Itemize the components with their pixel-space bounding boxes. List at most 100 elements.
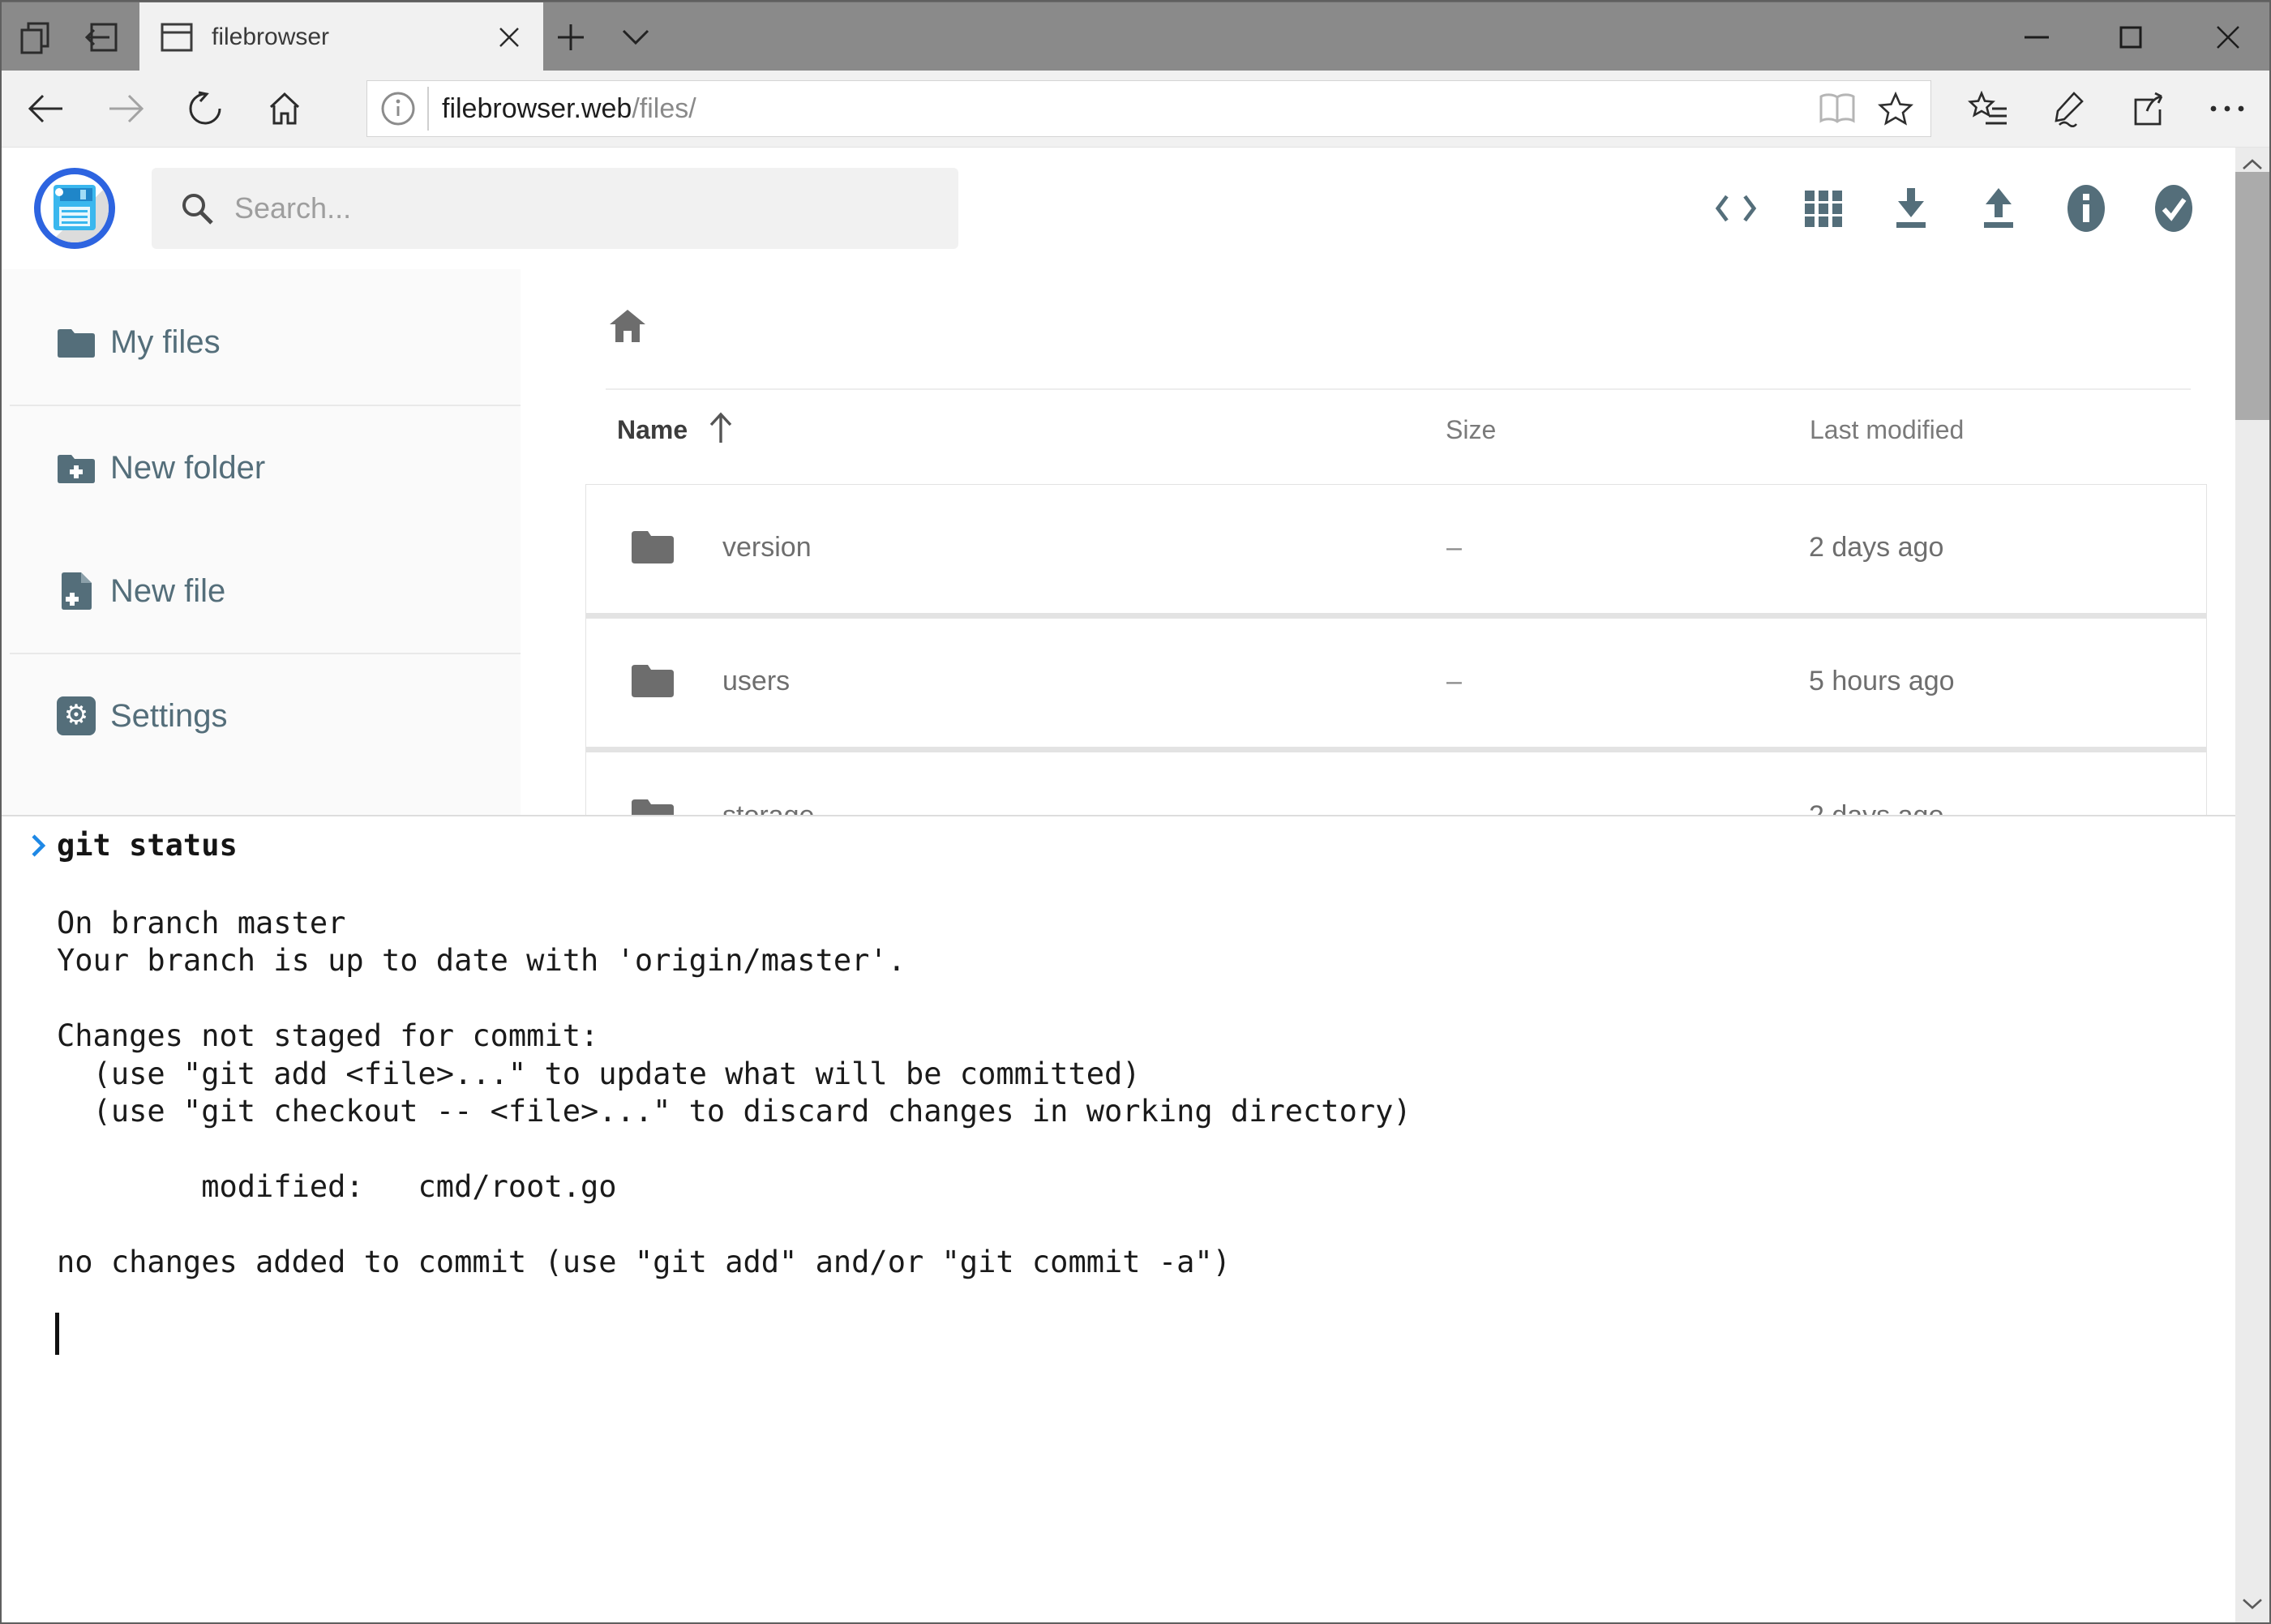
header-actions: [1715, 168, 2195, 249]
refresh-button[interactable]: [177, 76, 234, 141]
file-name: version: [722, 532, 812, 563]
home-icon: [608, 308, 647, 344]
file-name: users: [722, 666, 790, 697]
url-path: /files/: [632, 93, 696, 124]
address-divider: [427, 87, 429, 131]
floppy-disk-icon: [54, 185, 96, 230]
close-window-button[interactable]: [2200, 2, 2256, 71]
column-header-modified[interactable]: Last modified: [1810, 415, 1964, 445]
url-host: filebrowser.web: [442, 93, 632, 124]
file-row-users[interactable]: users – 5 hours ago: [586, 619, 2206, 747]
back-button[interactable]: [18, 76, 75, 141]
annotate-button[interactable]: [2040, 76, 2097, 141]
search-box[interactable]: [152, 168, 958, 249]
page-viewport: My files New folder New file: [2, 148, 2269, 1622]
address-bar[interactable]: filebrowser.web/files/: [366, 80, 1931, 137]
minimize-button[interactable]: [2008, 2, 2065, 71]
upload-icon: [1979, 186, 2018, 230]
home-outline-icon: [266, 91, 303, 126]
file-size: –: [1446, 666, 1462, 697]
hub-button[interactable]: [1960, 76, 2017, 141]
maximize-button[interactable]: [2102, 2, 2159, 71]
file-row-version[interactable]: version – 2 days ago: [586, 485, 2206, 613]
search-input[interactable]: [234, 191, 958, 225]
star-icon: [1878, 92, 1913, 126]
raw-editor-button[interactable]: [1715, 180, 1757, 237]
select-multiple-button[interactable]: [2153, 180, 2195, 237]
close-icon: [2216, 25, 2240, 49]
maximize-icon: [2119, 26, 2142, 49]
back-arrow-icon: [27, 92, 66, 125]
forward-button[interactable]: [97, 76, 154, 141]
info-button[interactable]: [2065, 180, 2107, 237]
file-modified: 5 hours ago: [1809, 666, 1955, 697]
favorites-list-icon: [1968, 91, 2010, 126]
filebrowser-page: My files New folder New file: [2, 148, 2235, 1622]
sidebar-divider: [10, 653, 521, 654]
book-icon: [1817, 92, 1858, 125]
folder-icon: [631, 527, 675, 564]
more-button[interactable]: [2199, 76, 2256, 141]
sidebar-item-label: My files: [110, 324, 221, 361]
upload-button[interactable]: [1977, 180, 2020, 237]
browser-toolbar: filebrowser.web/files/: [2, 71, 2269, 148]
tab-list-button[interactable]: [611, 2, 660, 71]
breadcrumb-divider: [606, 388, 2191, 390]
download-button[interactable]: [1890, 180, 1932, 237]
plus-icon: [556, 23, 585, 52]
chevron-down-icon: [622, 29, 649, 45]
browser-tab[interactable]: filebrowser: [139, 2, 543, 71]
tab-close-button[interactable]: [485, 13, 533, 62]
home-button[interactable]: [256, 76, 313, 141]
scrollbar-down-button[interactable]: [2235, 1590, 2269, 1618]
download-icon: [1892, 186, 1930, 230]
file-modified: 2 days ago: [1809, 532, 1943, 563]
chevron-down-icon: [2242, 1598, 2263, 1609]
browser-window: filebrowser: [0, 0, 2271, 1624]
sidebar: My files New folder New file: [2, 269, 521, 815]
check-circle-icon: [2153, 184, 2194, 233]
terminal-cursor: [55, 1313, 59, 1355]
terminal-output: On branch master Your branch is up to da…: [57, 867, 2219, 1282]
tab-favicon-icon: [160, 22, 194, 53]
breadcrumb-home-button[interactable]: [602, 302, 653, 350]
info-icon: [2066, 184, 2106, 233]
chevron-up-icon: [2242, 159, 2263, 170]
column-header-name[interactable]: Name: [617, 415, 688, 445]
file-size: –: [1446, 532, 1462, 563]
terminal-prompt-line: git status: [29, 828, 238, 863]
new-tab-button[interactable]: [546, 2, 595, 71]
column-header-size[interactable]: Size: [1446, 415, 1496, 445]
sidebar-item-label: New file: [110, 573, 225, 610]
page-scrollbar[interactable]: [2235, 148, 2269, 1622]
terminal-panel[interactable]: git status On branch master Your branch …: [2, 815, 2235, 1622]
listing-header: Name Size Last modified: [521, 409, 2235, 457]
pen-icon: [2050, 90, 2087, 127]
folder-icon: [631, 661, 675, 698]
stacked-windows-icon: [19, 20, 53, 54]
sidebar-item-label: Settings: [110, 698, 228, 735]
search-icon: [179, 191, 215, 226]
folder-icon: [57, 323, 96, 362]
favorite-star-button[interactable]: [1872, 85, 1919, 132]
sidebar-item-new-file[interactable]: New file: [2, 555, 521, 628]
scrollbar-thumb[interactable]: [2235, 172, 2269, 420]
tab-title: filebrowser: [212, 24, 485, 51]
reading-view-button[interactable]: [1814, 85, 1861, 132]
folder-plus-icon: [57, 448, 96, 487]
share-button[interactable]: [2119, 76, 2176, 141]
sidebar-item-my-files[interactable]: My files: [2, 306, 521, 379]
grid-view-button[interactable]: [1802, 180, 1845, 237]
window-arrow-icon: [82, 20, 119, 54]
gear-icon: ⚙: [57, 696, 96, 735]
site-info-icon[interactable]: [380, 91, 416, 126]
ellipsis-icon: [2209, 105, 2245, 113]
sidebar-item-settings[interactable]: ⚙ Settings: [2, 679, 521, 752]
app-header: [2, 148, 2235, 269]
tabs-aside-button[interactable]: [11, 2, 60, 71]
terminal-command: git status: [57, 828, 238, 863]
sort-ascending-icon[interactable]: [707, 410, 735, 446]
sidebar-item-new-folder[interactable]: New folder: [2, 431, 521, 504]
tab-preview-button[interactable]: [76, 2, 125, 71]
minimize-icon: [2025, 35, 2049, 40]
